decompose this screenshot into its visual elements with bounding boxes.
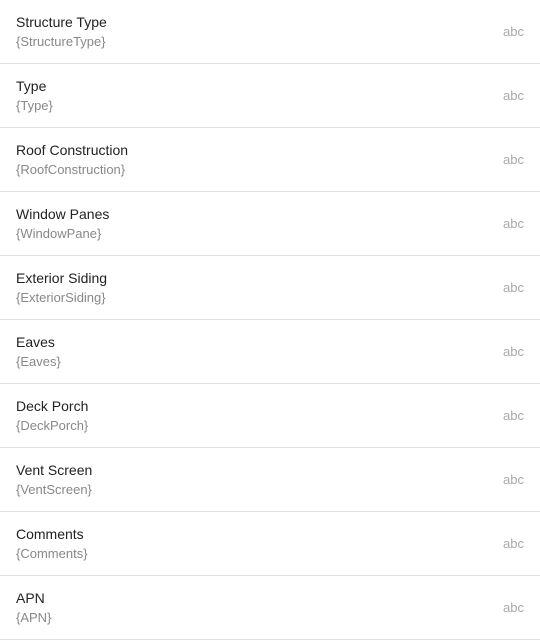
list-item-vent-screen[interactable]: Vent Screen {VentScreen} abc xyxy=(0,448,540,512)
item-type-window-panes: abc xyxy=(503,216,524,231)
list-item-content-comments: Comments {Comments} xyxy=(16,526,491,561)
list-item-content-vent-screen: Vent Screen {VentScreen} xyxy=(16,462,491,497)
item-type-eaves: abc xyxy=(503,344,524,359)
item-label-deck-porch: Deck Porch xyxy=(16,398,491,414)
item-value-apn: {APN} xyxy=(16,610,491,625)
list-item-content-apn: APN {APN} xyxy=(16,590,491,625)
list-item-structure-type[interactable]: Structure Type {StructureType} abc xyxy=(0,0,540,64)
item-label-structure-type: Structure Type xyxy=(16,14,491,30)
item-value-eaves: {Eaves} xyxy=(16,354,491,369)
item-type-roof-construction: abc xyxy=(503,152,524,167)
item-type-comments: abc xyxy=(503,536,524,551)
list-item-content-window-panes: Window Panes {WindowPane} xyxy=(16,206,491,241)
list-item-comments[interactable]: Comments {Comments} abc xyxy=(0,512,540,576)
list-item-content-structure-type: Structure Type {StructureType} xyxy=(16,14,491,49)
list-item-content-type: Type {Type} xyxy=(16,78,491,113)
list-item-roof-construction[interactable]: Roof Construction {RoofConstruction} abc xyxy=(0,128,540,192)
item-value-structure-type: {StructureType} xyxy=(16,34,491,49)
list-item-apn[interactable]: APN {APN} abc xyxy=(0,576,540,640)
list-item-eaves[interactable]: Eaves {Eaves} abc xyxy=(0,320,540,384)
item-label-exterior-siding: Exterior Siding xyxy=(16,270,491,286)
item-label-vent-screen: Vent Screen xyxy=(16,462,491,478)
list-item-content-eaves: Eaves {Eaves} xyxy=(16,334,491,369)
list-item-content-roof-construction: Roof Construction {RoofConstruction} xyxy=(16,142,491,177)
item-value-comments: {Comments} xyxy=(16,546,491,561)
item-type-exterior-siding: abc xyxy=(503,280,524,295)
item-value-deck-porch: {DeckPorch} xyxy=(16,418,491,433)
item-value-type: {Type} xyxy=(16,98,491,113)
list-item-type[interactable]: Type {Type} abc xyxy=(0,64,540,128)
item-type-structure-type: abc xyxy=(503,24,524,39)
item-label-apn: APN xyxy=(16,590,491,606)
item-type-apn: abc xyxy=(503,600,524,615)
item-type-vent-screen: abc xyxy=(503,472,524,487)
list-item-window-panes[interactable]: Window Panes {WindowPane} abc xyxy=(0,192,540,256)
item-value-roof-construction: {RoofConstruction} xyxy=(16,162,491,177)
item-value-window-panes: {WindowPane} xyxy=(16,226,491,241)
item-label-window-panes: Window Panes xyxy=(16,206,491,222)
item-type-type: abc xyxy=(503,88,524,103)
item-value-vent-screen: {VentScreen} xyxy=(16,482,491,497)
field-list: Structure Type {StructureType} abc Type {Typ… xyxy=(0,0,540,640)
item-label-comments: Comments xyxy=(16,526,491,542)
item-label-roof-construction: Roof Construction xyxy=(16,142,491,158)
list-item-exterior-siding[interactable]: Exterior Siding {ExteriorSiding} abc xyxy=(0,256,540,320)
item-label-eaves: Eaves xyxy=(16,334,491,350)
item-value-exterior-siding: {ExteriorSiding} xyxy=(16,290,491,305)
item-label-type: Type xyxy=(16,78,491,94)
list-item-content-deck-porch: Deck Porch {DeckPorch} xyxy=(16,398,491,433)
list-item-deck-porch[interactable]: Deck Porch {DeckPorch} abc xyxy=(0,384,540,448)
item-type-deck-porch: abc xyxy=(503,408,524,423)
list-item-content-exterior-siding: Exterior Siding {ExteriorSiding} xyxy=(16,270,491,305)
